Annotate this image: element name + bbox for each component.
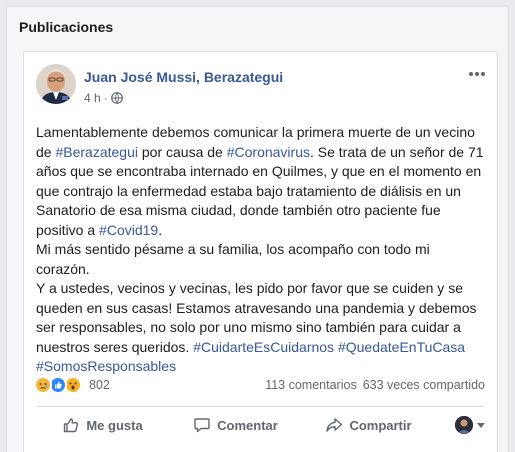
hashtag-link[interactable]: #Covid19 [99,222,158,238]
post-text-line: corazón. [36,260,90,277]
author-avatar[interactable] [36,64,76,104]
chevron-down-icon [477,422,485,428]
comment-bubble-icon [194,418,210,433]
text-segment: nuestros seres queridos. [36,338,194,355]
section-title: Publicaciones [19,19,114,35]
post-text-line: positivo a #Covid19. [36,221,496,241]
post-stats: 802 113 comentarios 633 veces compartido [34,375,485,395]
share-button[interactable]: Compartir [302,409,435,441]
comments-count[interactable]: 113 comentarios [265,378,357,392]
comment-button[interactable]: Comentar [169,409,302,441]
engagement-counts: 113 comentarios 633 veces compartido [265,378,485,392]
text-segment: . [158,221,163,238]
hashtag-link[interactable]: #Coronavirus [227,144,310,160]
posts-section: Publicaciones Juan José Mussi, Berazateg… [6,6,509,452]
text-segment: . Se trata de un señor de 71 [309,143,484,160]
post-timestamp[interactable]: 4 h [84,91,101,105]
post-text-line: Mi más sentido pésame a su familia, los … [36,241,430,257]
hashtag-link[interactable]: #QuedateEnTuCasa [338,339,465,355]
like-label: Me gusta [86,417,143,433]
reaction-count[interactable]: 802 [89,378,110,392]
text-segment: de [36,143,56,160]
text-segment: por causa de [137,143,227,160]
more-options-icon[interactable] [467,68,487,80]
hashtag-link[interactable]: #Berazategui [55,144,138,160]
like-button[interactable]: Me gusta [36,409,169,441]
page-avatar-icon [455,416,473,434]
hashtag-link[interactable]: #SomosResponsables [36,358,176,374]
post-text-line: queden en sus casas! Estamos atravesando… [36,299,477,316]
post-text-line: Sanatorio de esa misma ciudad, donde tam… [36,202,441,218]
share-label: Compartir [349,417,412,433]
post-text-line: años que se encontraba internado en Quil… [36,163,482,179]
post-actions: Me gusta Comentar Compartir [36,408,485,442]
post-text-line: Lamentablemente debemos comunicar la pri… [36,124,475,140]
actions-divider [36,406,485,407]
thumbs-up-icon [64,418,79,433]
sad-reaction-icon [34,376,52,394]
shares-count[interactable]: 633 veces compartido [363,378,485,392]
post-text-line: ser responsables, no solo por uno mismo … [36,319,461,335]
post-text-line: Y a ustedes, vecinos y vecinas, les pido… [36,280,463,296]
post-author-name[interactable]: Juan José Mussi, Berazategui [84,69,283,85]
post-text-line: nuestros seres queridos. #CuidarteEsCuid… [36,338,496,358]
hashtag-link[interactable]: #CuidarteEsCuidarnos [193,339,334,355]
reactions-summary[interactable]: 802 [34,376,110,394]
post-text-line: #SomosResponsables [36,357,496,377]
post-card: Juan José Mussi, Berazategui 4 h · Lamen… [23,51,498,452]
globe-icon[interactable] [110,92,123,104]
avatar-portrait-icon [36,64,76,104]
audience-picker[interactable] [435,416,485,434]
post-text-line: de #Berazategui por causa de #Coronaviru… [36,143,496,163]
meta-separator: · [103,91,108,105]
post-body: Lamentablemente debemos comunicar la pri… [36,123,496,377]
post-meta: 4 h · [84,91,123,105]
post-text-line: que contrajo la enfermedad estaba bajo t… [36,182,461,199]
text-segment: positivo a [36,221,100,238]
share-arrow-icon [326,418,343,432]
comment-label: Comentar [217,417,278,433]
